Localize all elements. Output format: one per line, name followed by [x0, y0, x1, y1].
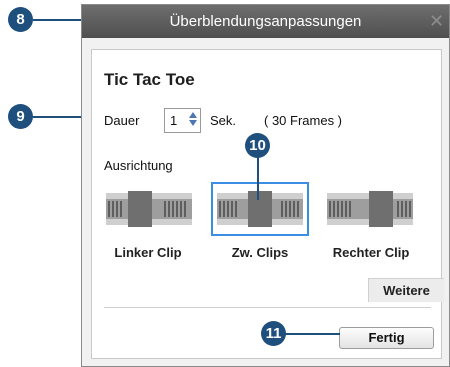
transition-settings-dialog: Überblendungsanpassungen ✕ Tic Tac Toe D…	[81, 4, 450, 367]
align-right-clip-icon	[327, 191, 413, 227]
align-right-clip-option[interactable]	[321, 182, 419, 236]
dialog-title: Überblendungsanpassungen	[169, 13, 362, 30]
align-left-clip-option[interactable]	[100, 182, 198, 236]
stepper-up-icon[interactable]	[189, 112, 197, 118]
callout-9: 9	[8, 104, 33, 129]
duration-stepper[interactable]: 1	[164, 108, 201, 133]
more-button[interactable]: Weitere	[368, 278, 444, 302]
alignment-label: Ausrichtung	[104, 158, 173, 173]
callout-10-line	[257, 156, 259, 200]
callout-11-line	[284, 333, 340, 335]
callout-10: 10	[245, 133, 270, 158]
dialog-titlebar[interactable]: Überblendungsanpassungen ✕	[82, 5, 449, 38]
duration-value[interactable]: 1	[170, 113, 177, 128]
stepper-down-icon[interactable]	[189, 120, 197, 126]
close-icon[interactable]: ✕	[429, 5, 444, 38]
align-left-clip-label: Linker Clip	[114, 245, 182, 260]
done-button[interactable]: Fertig	[339, 327, 434, 349]
align-between-clips-option[interactable]	[211, 182, 309, 236]
align-left-clip-icon	[106, 191, 192, 227]
transition-name: Tic Tac Toe	[104, 70, 195, 89]
stepper-arrows[interactable]	[189, 111, 198, 130]
callout-8: 8	[8, 7, 33, 32]
divider	[104, 307, 431, 308]
duration-unit: Sek.	[210, 113, 237, 128]
frame-count: ( 30 Frames )	[264, 113, 343, 128]
align-between-clips-icon	[217, 191, 303, 227]
callout-11: 11	[261, 321, 286, 346]
duration-label: Dauer	[104, 113, 140, 128]
align-between-clips-label: Zw. Clips	[231, 245, 289, 260]
settings-panel: Tic Tac Toe Dauer 1 Sek. ( 30 Frames ) A…	[91, 49, 444, 359]
align-right-clip-label: Rechter Clip	[332, 245, 410, 260]
